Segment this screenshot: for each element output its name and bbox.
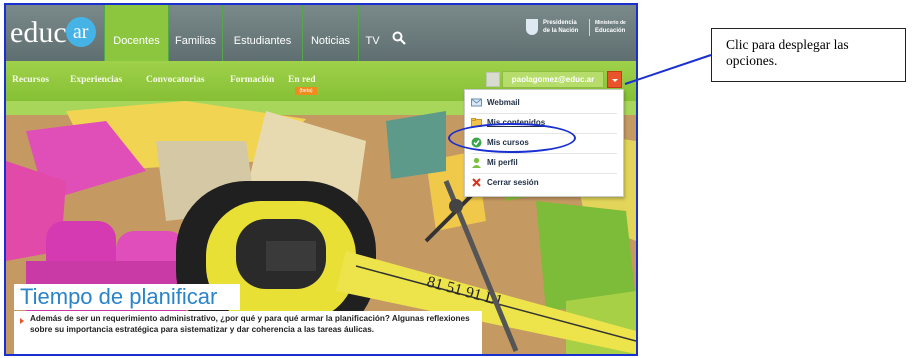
tab-docentes[interactable]: Docentes (104, 5, 168, 61)
educar-logo[interactable]: educ ar (10, 9, 104, 59)
menu-item-label: Cerrar sesión (487, 178, 539, 187)
hero-summary-box: Además de ser un requerimiento administr… (14, 311, 482, 354)
menu-item-webmail[interactable]: Webmail (465, 93, 623, 113)
instruction-callout: Clic para desplegar las opciones. (711, 28, 906, 82)
ministerio-label: Ministerio de (595, 20, 626, 26)
menu-item-cerrar-sesion[interactable]: Cerrar sesión (465, 173, 623, 193)
highlight-ellipse (448, 123, 576, 153)
bullet-arrow-icon (20, 318, 24, 324)
hero-summary: Además de ser un requerimiento administr… (30, 314, 470, 334)
educacion-label: Educación (595, 28, 626, 34)
logo-accent: ar (65, 17, 96, 47)
tab-noticias[interactable]: Noticias (302, 5, 358, 61)
chevron-down-icon (612, 79, 618, 82)
beta-badge: (beta) (295, 87, 317, 95)
argentina-shield-icon (526, 19, 538, 35)
tab-tv[interactable]: TV (358, 5, 386, 61)
subnav-recursos[interactable]: Recursos (12, 75, 49, 85)
user-avatar (486, 72, 500, 87)
menu-item-mi-perfil[interactable]: Mi perfil (465, 153, 623, 173)
subnav-experiencias[interactable]: Experiencias (70, 75, 122, 85)
logo-text: educ (10, 16, 67, 49)
subnav-convocatorias[interactable]: Convocatorias (146, 75, 205, 85)
close-icon (472, 178, 481, 187)
menu-item-label: Mi perfil (487, 158, 518, 167)
subnav-en-red[interactable]: En red (288, 75, 316, 85)
menu-item-label: Webmail (487, 98, 520, 107)
subnav-formacion[interactable]: Formación (230, 75, 274, 85)
nacion-label: de la Nación (543, 28, 579, 34)
tab-familias[interactable]: Familias (168, 5, 222, 61)
hero-title[interactable]: Tiempo de planificar (14, 284, 240, 310)
top-navbar: educ ar Docentes Familias Estudiantes Not… (6, 5, 636, 61)
mail-icon (471, 98, 482, 107)
presidencia-label: Presidencia (543, 20, 577, 26)
user-menu-toggle-button[interactable] (607, 71, 622, 88)
gov-divider (589, 19, 590, 36)
tab-estudiantes[interactable]: Estudiantes (222, 5, 302, 61)
user-icon (472, 157, 481, 168)
browser-screenshot: educ ar Docentes Familias Estudiantes Not… (4, 3, 638, 356)
search-icon[interactable] (392, 31, 406, 45)
user-email-field[interactable]: paolagomez@educ.ar (502, 71, 604, 88)
